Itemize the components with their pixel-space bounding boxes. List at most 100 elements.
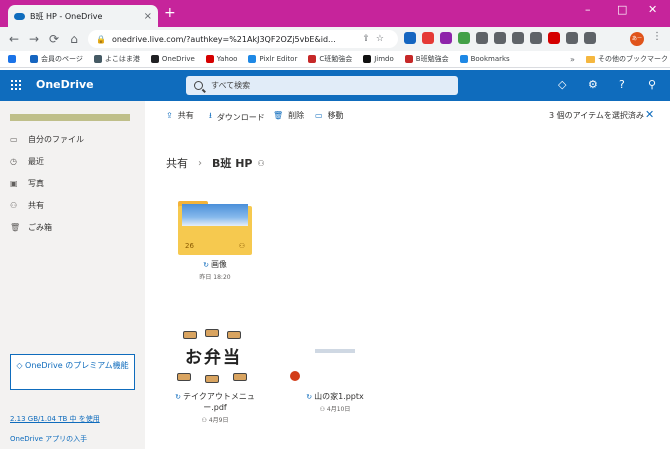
bookmark-item[interactable]: Bookmarks	[459, 54, 510, 64]
browser-tab[interactable]: B班 HP - OneDrive ×	[8, 5, 158, 27]
bento-thumbnail: お弁当	[175, 329, 255, 387]
account-icon[interactable]: ⚲	[648, 78, 656, 91]
maximize-button[interactable]: □	[617, 3, 627, 16]
bookmark-star-icon[interactable]: ⇪☆	[362, 34, 390, 44]
item-name: テイクアウトメニュー.pdf	[183, 392, 255, 412]
help-icon[interactable]: ?	[619, 78, 625, 91]
bento-box-illustration	[227, 331, 241, 339]
breadcrumb-current: B班 HP	[212, 157, 253, 170]
command-bar: ⇪ 共有 ⭳ ダウンロード 🗑 削除 ▭ 移動 3 個のアイテムを選択済み ✕	[145, 101, 670, 129]
extension-icon[interactable]	[548, 32, 560, 44]
shared-icon: ⚇	[201, 417, 209, 424]
minimize-button[interactable]: –	[585, 3, 591, 16]
storage-usage-link[interactable]: 2.13 GB/1.04 TB 中 を使用	[10, 414, 100, 424]
sidebar-item[interactable]: ▣ 写真	[10, 178, 44, 189]
thumbnail-title: お弁当	[185, 348, 242, 368]
sky-photo-preview	[182, 204, 248, 226]
bookmarks-more-icon[interactable]: »	[570, 55, 575, 64]
forward-button[interactable]: →	[24, 32, 44, 46]
slide-thumbnail	[290, 329, 360, 387]
extension-icon[interactable]	[530, 32, 542, 44]
bookmark-favicon-icon	[308, 55, 317, 63]
extension-icon[interactable]	[458, 32, 470, 44]
bookmark-favicon-icon	[459, 55, 468, 63]
bookmark-apps-icon[interactable]	[8, 55, 19, 63]
bento-box-illustration	[233, 373, 247, 381]
tab-close-icon[interactable]: ×	[144, 11, 152, 22]
sidebar-item[interactable]: ◷ 最近	[10, 156, 44, 167]
sidebar-item-icon: ◷	[10, 157, 17, 166]
onedrive-brand[interactable]: OneDrive	[36, 78, 94, 91]
bookmarks-bar: 会員のページ よこはま港 OneDrive Yahoo Pixlr Editor C班勉強…	[0, 51, 670, 68]
breadcrumb-root[interactable]: 共有	[166, 155, 188, 171]
back-button[interactable]: ←	[4, 32, 24, 46]
share-icon: ⇪	[166, 111, 173, 120]
shared-icon: ⚇	[319, 406, 327, 413]
other-bookmarks-folder[interactable]: その他のブックマーク	[586, 54, 668, 64]
extension-icon[interactable]	[584, 32, 596, 44]
extension-icon[interactable]	[422, 32, 434, 44]
tab-title: B班 HP - OneDrive	[30, 11, 103, 21]
delete-button[interactable]: 🗑 削除	[273, 110, 304, 121]
bookmark-item[interactable]: Jimdo	[363, 54, 394, 64]
sidebar-item-label: 最近	[28, 157, 44, 166]
extension-icons	[404, 32, 596, 44]
bookmark-favicon-icon	[248, 55, 257, 63]
bookmark-favicon-icon	[205, 55, 214, 63]
sidebar-item-icon: ▭	[10, 135, 18, 144]
premium-button[interactable]: ◇ OneDrive のプレミアム機能	[10, 354, 135, 390]
bookmark-item[interactable]: Yahoo	[205, 54, 237, 64]
account-name-redacted	[10, 114, 130, 121]
sidebar-item[interactable]: ⚇ 共有	[10, 200, 44, 211]
sidebar-item-icon: 🗑	[10, 223, 21, 232]
bookmark-item[interactable]: Pixlr Editor	[248, 54, 297, 64]
bookmark-item[interactable]: C班勉強会	[308, 54, 352, 64]
move-button[interactable]: ▭ 移動	[315, 110, 344, 121]
app-launcher-icon[interactable]	[11, 80, 21, 90]
item-date: 4月10日	[326, 406, 351, 413]
sidebar: ▭ 自分のファイル ◷ 最近 ▣ 写真 ⚇ 共有 🗑 ごみ箱 ◇ OneDrive のプレミアム機…	[0, 101, 145, 449]
new-tab-button[interactable]: +	[164, 5, 176, 21]
reload-button[interactable]: ⟳	[44, 32, 64, 46]
profile-avatar[interactable]: あー	[630, 32, 644, 46]
folder-icon	[586, 55, 595, 63]
settings-gear-icon[interactable]: ⚙	[588, 78, 598, 91]
folder-thumbnail: 26 ⚇	[178, 201, 252, 255]
extension-icon[interactable]	[440, 32, 452, 44]
extension-icon[interactable]	[512, 32, 524, 44]
folder-item-images[interactable]: 26 ⚇ ↻ 画像 昨日 18:20	[175, 201, 255, 281]
search-box[interactable]: すべて検索	[186, 76, 458, 95]
sidebar-item[interactable]: 🗑 ごみ箱	[10, 222, 52, 233]
file-item-yamanoie[interactable]: ↻ 山の家1.pptx ⚇ 4月10日	[290, 329, 375, 413]
item-date: 昨日 18:20	[199, 274, 231, 281]
download-button[interactable]: ⭳ ダウンロード	[209, 110, 265, 124]
browser-toolbar: ← → ⟳ ⌂ 🔒 onedrive.live.com/?authkey=%21…	[0, 27, 670, 51]
extension-icon[interactable]	[404, 32, 416, 44]
share-button[interactable]: ⇪ 共有	[166, 110, 194, 121]
bento-box-illustration	[205, 375, 219, 383]
bookmark-item[interactable]: B班勉強会	[404, 54, 449, 64]
bookmark-favicon-icon	[93, 55, 102, 63]
sidebar-item-label: 共有	[28, 201, 44, 210]
move-folder-icon: ▭	[315, 111, 323, 120]
extension-icon[interactable]	[566, 32, 578, 44]
trash-icon: 🗑	[273, 111, 284, 120]
bookmark-item[interactable]: OneDrive	[150, 54, 195, 64]
close-icon[interactable]: ✕	[645, 108, 654, 121]
extension-icon[interactable]	[476, 32, 488, 44]
breadcrumb: 共有 › B班 HP ⚇	[166, 155, 265, 171]
home-button[interactable]: ⌂	[64, 32, 84, 46]
get-apps-link[interactable]: OneDrive アプリの入手	[10, 434, 87, 444]
bookmark-item[interactable]: よこはま港	[93, 54, 140, 64]
onedrive-cloud-icon	[14, 12, 25, 20]
file-item-takeout-menu[interactable]: お弁当 ↻ テイクアウトメニュー.pdf ⚇ 4月9日	[165, 329, 265, 424]
close-window-button[interactable]: ✕	[648, 3, 657, 16]
premium-diamond-icon[interactable]: ◇	[558, 78, 566, 91]
onedrive-header: OneDrive すべて検索 ◇ ⚙ ? ⚲	[0, 70, 670, 101]
sidebar-item-label: 写真	[28, 179, 44, 188]
sidebar-item[interactable]: ▭ 自分のファイル	[10, 134, 84, 145]
extension-icon[interactable]	[494, 32, 506, 44]
address-bar[interactable]: 🔒 onedrive.live.com/?authkey=%21AkJ3QF2O…	[88, 30, 398, 48]
browser-menu-icon[interactable]: ⋮	[652, 31, 662, 42]
bookmark-item[interactable]: 会員のページ	[30, 54, 83, 64]
